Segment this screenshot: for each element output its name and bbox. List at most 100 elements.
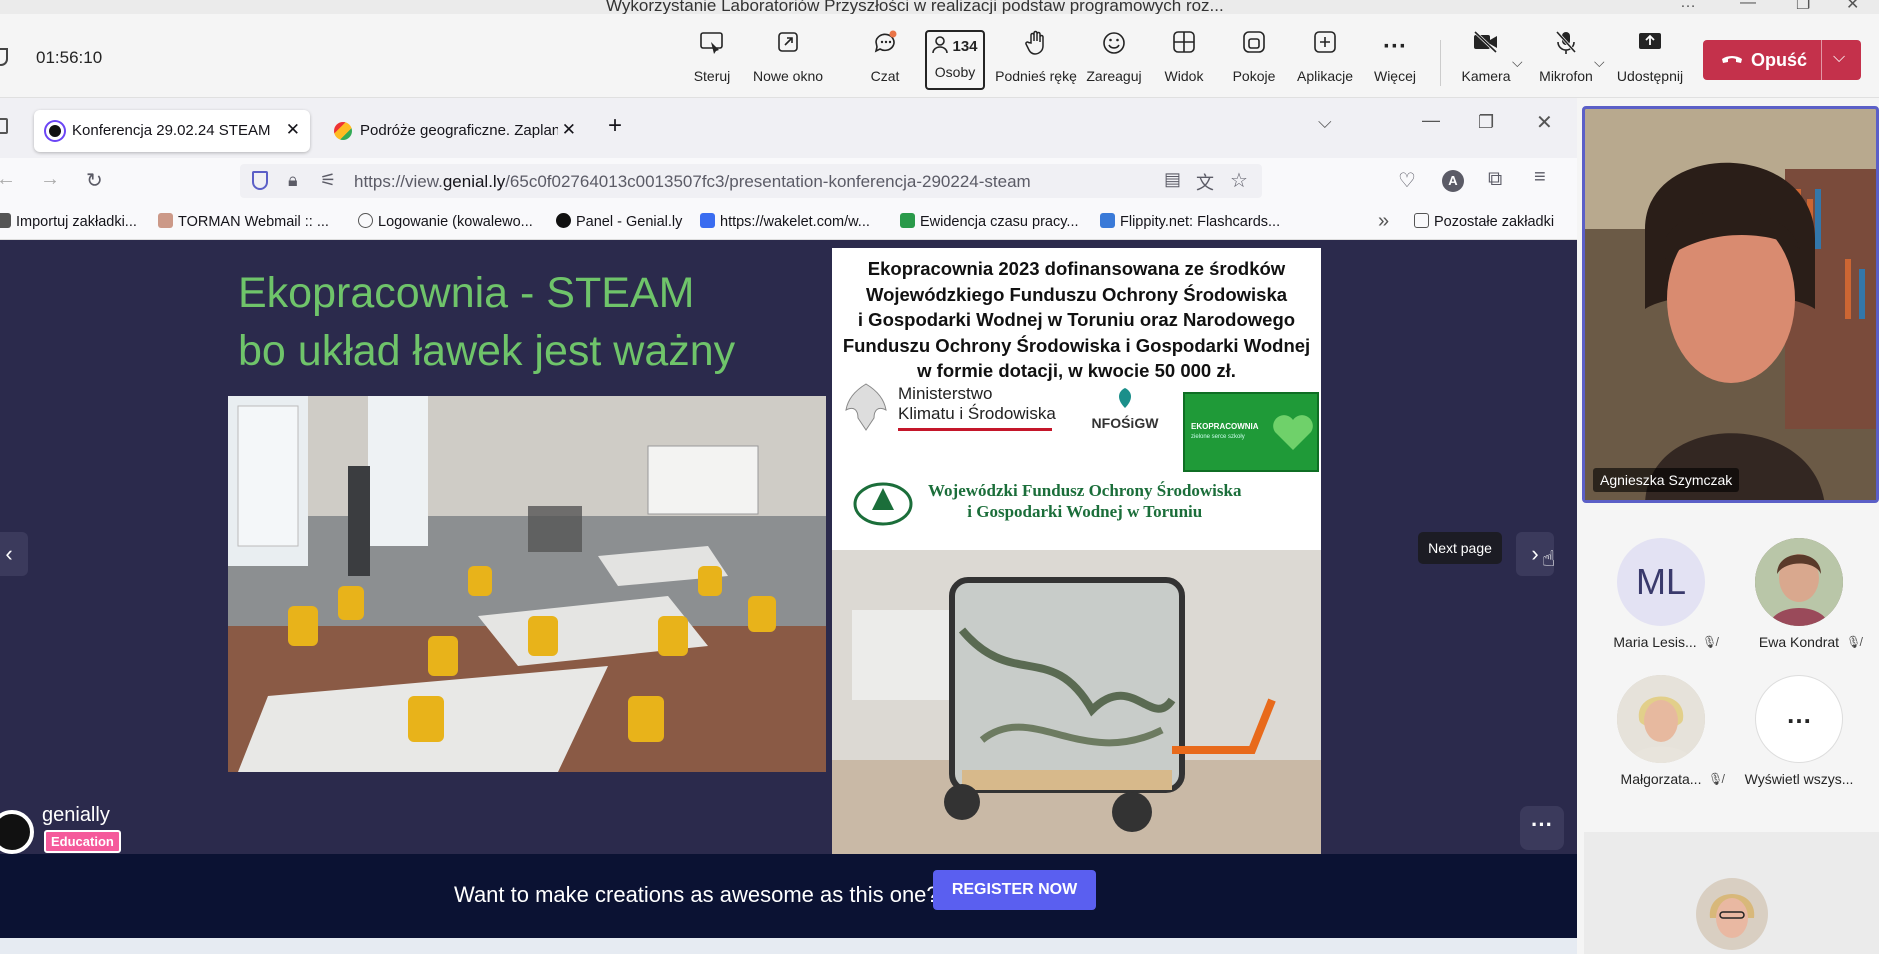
ministry-logo: Ministerstwo Klimatu i Środowiska <box>842 378 1056 436</box>
globe-icon <box>358 213 373 228</box>
funding-text-line: Wojewódzkiego Funduszu Ochrony Środowisk… <box>865 283 1288 305</box>
hand-cursor-icon: ☝︎ <box>1542 546 1556 571</box>
ekopracownia-label: EKOPRACOWNIA <box>1191 422 1259 431</box>
lock-icon[interactable]: 🔒︎ <box>288 170 298 191</box>
camera-options-chevron-icon[interactable]: ⌵ <box>1512 54 1523 71</box>
more-bookmarks-chevron-icon[interactable]: » <box>1378 210 1389 233</box>
chat-button[interactable]: Czat <box>866 30 904 102</box>
more-dots-icon: … <box>1755 675 1843 763</box>
participant-tile[interactable]: Ewa Kondrat 🎙︎̸ <box>1734 538 1864 650</box>
minimize-icon[interactable]: — <box>1740 0 1756 12</box>
back-arrow-icon[interactable]: ← <box>0 168 16 191</box>
meeting-toolbar: 01:56:10 Steruj Nowe okno Czat 134 Osoby… <box>0 14 1879 98</box>
participant-tile[interactable]: Małgorzata... 🎙︎̸ <box>1596 675 1726 787</box>
more-button[interactable]: ··· Więcej <box>1370 30 1420 102</box>
meeting-timer: 01:56:10 <box>36 48 103 67</box>
avatar: ML <box>1617 538 1705 626</box>
tab-close-icon[interactable]: ✕ <box>562 120 576 140</box>
browser-close-icon[interactable]: ✕ <box>1536 110 1553 135</box>
rooms-label: Pokoje <box>1232 68 1276 84</box>
view-label: Widok <box>1164 68 1204 84</box>
slide-title-line-1: Ekopracownia - STEAM <box>238 269 695 317</box>
window-title: Wykorzystanie Laboratoriów Przyszłości w… <box>606 0 1224 14</box>
apps-label: Aplikacje <box>1296 68 1354 84</box>
browser-restore-icon[interactable]: ❐ <box>1478 112 1494 133</box>
bookmark-star-icon[interactable]: ☆ <box>1230 168 1248 193</box>
reader-view-icon[interactable]: ▤ <box>1164 169 1181 190</box>
camera-label: Kamera <box>1461 68 1511 84</box>
people-button[interactable]: 134 Osoby <box>925 30 985 90</box>
forward-arrow-icon[interactable]: → <box>40 168 60 191</box>
slide-title-line-2: bo układ ławek jest ważny <box>238 327 736 375</box>
tracking-shield-icon[interactable] <box>252 171 268 190</box>
education-badge: Education <box>44 830 121 853</box>
bookmark-other-folder[interactable]: Pozostałe zakładki <box>1414 213 1554 230</box>
leave-options-chevron-icon[interactable]: ⌵ <box>1833 49 1845 67</box>
rooms-button[interactable]: Pokoje <box>1232 30 1276 102</box>
new-window-button[interactable]: Nowe okno <box>752 30 824 102</box>
next-page-tooltip: Next page <box>1418 532 1502 564</box>
leave-divider <box>1821 40 1822 80</box>
self-view-tile[interactable] <box>1584 832 1879 954</box>
bookmark-import[interactable]: Importuj zakładki... <box>0 213 137 230</box>
tab-podroze[interactable]: Podróże geograficzne. Zaplanuj ✕ <box>322 110 580 152</box>
sidebar-toggle-icon[interactable] <box>0 118 8 134</box>
control-button[interactable]: Steruj <box>690 30 734 102</box>
bookmark-torman[interactable]: TORMAN Webmail :: ... <box>158 213 329 230</box>
shared-taskbar-strip <box>0 938 1577 954</box>
close-icon[interactable]: ✕ <box>1846 0 1859 14</box>
react-label: Zareaguj <box>1086 68 1142 84</box>
browser-minimize-icon[interactable]: — <box>1422 110 1440 131</box>
presentation-options-button[interactable]: ··· <box>1520 806 1564 850</box>
extensions-icon[interactable]: ⧉ <box>1488 168 1502 191</box>
microphone-button[interactable]: Mikrofon <box>1536 30 1596 102</box>
ministry-line-2: Klimatu i Środowiska <box>898 404 1056 423</box>
menu-hamburger-icon[interactable]: ≡ <box>1534 166 1546 189</box>
tab-close-icon[interactable]: ✕ <box>286 120 300 140</box>
translate-icon[interactable]: 文 <box>1196 169 1214 195</box>
react-button[interactable]: Zareaguj <box>1086 30 1142 102</box>
chat-icon <box>866 30 904 64</box>
bookmark-wakelet[interactable]: https://wakelet.com/w... <box>700 213 870 230</box>
genially-brand: genially <box>42 804 110 826</box>
react-icon <box>1086 30 1142 64</box>
list-tabs-chevron-icon[interactable]: ⌵ <box>1318 112 1332 133</box>
permissions-icon[interactable]: ⚟ <box>320 170 336 191</box>
microphone-label: Mikrofon <box>1539 68 1593 84</box>
maximize-icon[interactable]: ❐ <box>1796 0 1810 14</box>
apps-button[interactable]: Aplikacje <box>1296 30 1354 102</box>
reload-icon[interactable]: ↻ <box>86 168 103 193</box>
leave-button[interactable]: Opuść ⌵ <box>1703 40 1861 80</box>
slide-title: Ekopracownia - STEAM bo układ ławek jest… <box>238 264 735 380</box>
window-more-icon[interactable]: … <box>1680 0 1696 12</box>
pocket-icon[interactable]: ♡ <box>1398 168 1416 193</box>
bookmark-logowanie[interactable]: Logowanie (kowalewo... <box>358 213 533 230</box>
chevron-right-icon: › <box>1531 541 1539 566</box>
ministry-line-1: Ministerstwo <box>898 384 993 403</box>
funding-info-panel: Ekopracownia 2023 dofinansowana ze środk… <box>832 248 1321 858</box>
address-bar[interactable]: 🔒︎ ⚟ https://view.genial.ly/65c0f0276401… <box>240 164 1262 198</box>
register-now-button[interactable]: REGISTER NOW <box>933 870 1096 910</box>
view-button[interactable]: Widok <box>1162 30 1206 102</box>
wfos-line-1: Wojewódzki Fundusz Ochrony Środowiska <box>928 481 1242 500</box>
participant-tile[interactable]: ML Maria Lesis... 🎙︎̸ <box>1596 538 1726 650</box>
raise-hand-label: Podnieś rękę <box>995 68 1077 84</box>
bookmark-flippity[interactable]: Flippity.net: Flashcards... <box>1100 213 1280 230</box>
tab-konferencja[interactable]: Konferencja 29.02.24 STEAM ✕ <box>34 110 310 152</box>
previous-page-button[interactable]: ‹ <box>0 532 28 576</box>
bookmarks-toolbar: Importuj zakładki... TORMAN Webmail :: .… <box>0 204 1577 240</box>
account-avatar-icon[interactable]: A <box>1442 170 1464 192</box>
view-all-participants[interactable]: … Wyświetl wszys... <box>1734 675 1864 787</box>
camera-button[interactable]: Kamera <box>1458 30 1514 102</box>
active-speaker-video[interactable]: Agnieszka Szymczak <box>1582 106 1879 503</box>
avatar <box>1617 675 1705 763</box>
new-tab-button[interactable]: + <box>608 112 622 140</box>
share-button[interactable]: Udostępnij <box>1616 30 1684 102</box>
folder-icon <box>1414 213 1429 228</box>
bookmark-ewidencja[interactable]: Ewidencja czasu pracy... <box>900 213 1079 230</box>
flippity-icon <box>1100 213 1115 228</box>
raise-hand-icon <box>994 30 1078 64</box>
raise-hand-button[interactable]: Podnieś rękę <box>994 30 1078 102</box>
bookmark-genially[interactable]: Panel - Genial.ly <box>556 213 682 230</box>
microphone-options-chevron-icon[interactable]: ⌵ <box>1594 54 1605 71</box>
